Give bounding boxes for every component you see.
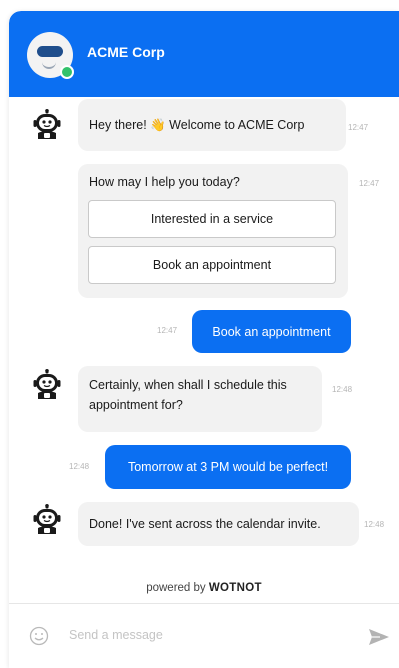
- powered-by-label: powered by WOTNOT: [9, 582, 399, 594]
- message-timestamp: 12:48: [69, 462, 90, 471]
- message-input[interactable]: [69, 623, 339, 647]
- send-icon[interactable]: [368, 627, 390, 647]
- bot-avatar-icon: [33, 369, 61, 399]
- user-message-bubble: Book an appointment: [192, 310, 351, 353]
- message-timestamp: 12:47: [348, 123, 369, 132]
- bot-avatar-icon: [33, 504, 61, 534]
- bot-logo-avatar: [27, 32, 74, 79]
- logo-smile: [42, 61, 56, 69]
- composer-divider: [9, 603, 399, 604]
- bot-message-bubble: Certainly, when shall I schedule this ap…: [78, 366, 322, 432]
- bot-question-text: How may I help you today?: [89, 175, 240, 189]
- message-timestamp: 12:48: [364, 520, 385, 529]
- chat-title: ACME Corp: [87, 44, 165, 60]
- powered-by-prefix: powered by: [146, 582, 206, 594]
- message-timestamp: 12:47: [157, 326, 178, 335]
- user-message-bubble: Tomorrow at 3 PM would be perfect!: [105, 445, 351, 489]
- bot-avatar-icon: [33, 109, 61, 139]
- option-interested-in-service-button[interactable]: Interested in a service: [88, 200, 336, 238]
- bot-message-bubble: Done! I've sent across the calendar invi…: [78, 502, 359, 546]
- emoji-picker-icon[interactable]: [29, 626, 49, 646]
- powered-by-brand[interactable]: WOTNOT: [209, 582, 262, 594]
- chat-widget: ACME Corp Hey there! 👋 Welcome to ACME C…: [9, 11, 399, 668]
- logo-visor: [37, 46, 63, 57]
- online-status-dot: [60, 65, 74, 79]
- chat-header: ACME Corp: [9, 11, 399, 97]
- option-book-appointment-button[interactable]: Book an appointment: [88, 246, 336, 284]
- bot-message-bubble: Hey there! 👋 Welcome to ACME Corp: [78, 99, 346, 151]
- bot-options-bubble: How may I help you today? Interested in …: [78, 164, 348, 298]
- message-timestamp: 12:47: [359, 179, 380, 188]
- message-timestamp: 12:48: [332, 385, 353, 394]
